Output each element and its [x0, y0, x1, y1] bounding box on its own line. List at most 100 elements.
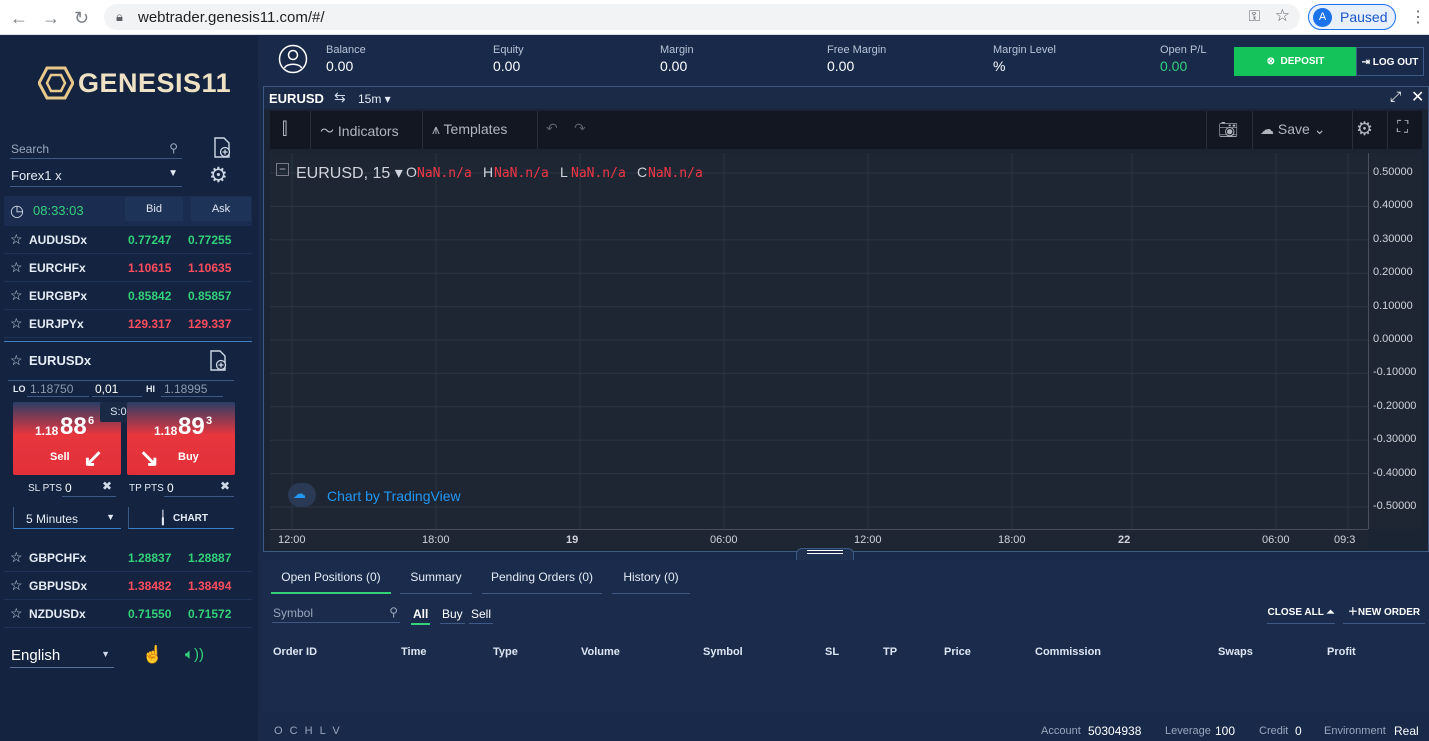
quote-bid[interactable]: 0.77247 — [128, 233, 171, 247]
favorite-star-icon[interactable]: ☆ — [10, 287, 23, 304]
tradingview-watermark[interactable]: Chart by TradingView — [327, 488, 461, 504]
back-icon[interactable]: ← — [10, 8, 28, 29]
tab-history[interactable]: History (0) — [612, 570, 690, 594]
quote-bid[interactable]: 129.317 — [128, 317, 171, 331]
camera-icon[interactable]: 📷︎ — [1218, 120, 1238, 140]
column-header[interactable]: TP — [883, 646, 897, 658]
column-header[interactable]: Type — [493, 646, 518, 658]
templates-button[interactable]: ⩚ Templates — [432, 121, 507, 138]
column-header[interactable]: Volume — [581, 646, 620, 658]
collapse-legend-icon[interactable]: − — [276, 163, 289, 176]
buy-button[interactable]: 1.18 89 3 Buy ↘ — [127, 402, 235, 475]
column-header[interactable]: SL — [825, 646, 839, 658]
close-icon[interactable]: ✕ — [1411, 87, 1424, 107]
quote-row[interactable]: ☆ EURCHFx 1.10615 1.10635 — [4, 254, 252, 282]
chart-type-icon[interactable]: ⫿ — [282, 119, 287, 139]
add-watchlist-icon[interactable] — [212, 137, 232, 159]
tab-open[interactable]: Open Positions (0) — [271, 570, 391, 594]
reload-icon[interactable]: ↻ — [74, 8, 89, 29]
fullscreen-icon[interactable]: ⛶ — [1397, 119, 1408, 137]
tradingview-logo-icon[interactable]: ☁ — [288, 483, 316, 507]
close-all-button[interactable]: CLOSE ALL ⏶ — [1267, 602, 1335, 624]
sl-input[interactable]: 0 ✖ — [62, 479, 116, 497]
tab-pending[interactable]: Pending Orders (0) — [482, 570, 602, 594]
column-header[interactable]: Profit — [1327, 646, 1356, 658]
maximize-icon[interactable]: ⤢ — [1390, 88, 1401, 105]
favorite-star-icon[interactable]: ☆ — [10, 605, 23, 622]
gear-icon[interactable]: ⚙ — [209, 163, 228, 188]
deposit-button[interactable]: ⊗ DEPOSIT — [1234, 47, 1357, 76]
indicators-button[interactable]: 〜 Indicators — [320, 121, 399, 141]
sound-icon[interactable]: 🔈︎)) — [185, 646, 204, 663]
language-select[interactable]: English ▼ — [10, 644, 114, 668]
quote-bid[interactable]: 1.10615 — [128, 261, 171, 275]
search-icon[interactable]: ⚲ — [169, 141, 178, 155]
filter-sell[interactable]: Sell — [469, 607, 494, 624]
favorite-star-icon[interactable]: ☆ — [10, 231, 23, 248]
tab-summary[interactable]: Summary — [400, 570, 472, 594]
quote-bid[interactable]: 1.28837 — [128, 551, 171, 565]
quote-row[interactable]: ☆ GBPUSDx 1.38482 1.38494 — [4, 572, 252, 600]
lock-icon[interactable]: 🔒︎ — [116, 9, 123, 25]
logout-button[interactable]: ⇥ LOG OUT — [1356, 47, 1424, 76]
clear-sl-icon[interactable]: ✖ — [102, 479, 112, 493]
interval-select[interactable]: 5 Minutes ▼ — [13, 507, 121, 529]
column-header[interactable]: Swaps — [1218, 646, 1253, 658]
bookmark-star-icon[interactable]: ☆ — [1275, 6, 1290, 26]
key-icon[interactable]: ⚿ — [1249, 8, 1260, 25]
quote-bid[interactable]: 0.71550 — [128, 607, 171, 621]
quote-row[interactable]: ☆ AUDUSDx 0.77247 0.77255 — [4, 226, 252, 254]
column-header[interactable]: Symbol — [703, 646, 743, 658]
url-text[interactable]: webtrader.genesis11.com/#/ — [138, 9, 325, 26]
settings-icon[interactable]: ⚙ — [1356, 118, 1373, 141]
forward-icon[interactable]: → — [42, 8, 60, 29]
chart-plot-area[interactable]: − EURUSD, 15 ▾ O NaN.n/a H NaN.n/a L NaN.n/a C… — [270, 153, 1368, 529]
new-order-button[interactable]: ＋NEW ORDER — [1343, 602, 1425, 624]
address-bar[interactable]: 🔒︎ webtrader.genesis11.com/#/ ⚿ ☆ — [104, 4, 1300, 30]
favorite-star-icon[interactable]: ☆ — [10, 315, 23, 332]
symbol-filter-input[interactable]: Symbol ⚲ — [272, 604, 400, 623]
new-order-doc-icon[interactable] — [208, 350, 228, 372]
profile-button[interactable]: A Paused — [1308, 4, 1396, 30]
redo-icon[interactable]: ↷ — [574, 120, 586, 137]
column-header[interactable]: Price — [944, 646, 971, 658]
filter-all[interactable]: All — [411, 607, 431, 625]
volume-input[interactable]: 0,01 — [92, 381, 142, 397]
favorite-star-icon[interactable]: ☆ — [10, 259, 23, 276]
search-icon[interactable]: ⚲ — [389, 605, 398, 619]
favorite-star-icon[interactable]: ☆ — [10, 577, 23, 594]
filter-buy[interactable]: Buy — [440, 607, 465, 624]
column-header[interactable]: Time — [401, 646, 426, 658]
quote-ask[interactable]: 0.85857 — [188, 289, 231, 303]
resize-handle[interactable] — [796, 548, 854, 560]
quote-ask[interactable]: 1.38494 — [188, 579, 231, 593]
search-input[interactable]: Search ⚲ — [10, 139, 182, 159]
column-header[interactable]: Order ID — [273, 646, 317, 658]
quote-row[interactable]: ☆ GBPCHFx 1.28837 1.28887 — [4, 544, 252, 572]
undo-icon[interactable]: ↶ — [546, 120, 558, 137]
quote-ask[interactable]: 0.77255 — [188, 233, 231, 247]
legend-symbol[interactable]: EURUSD, 15 ▾ — [296, 163, 403, 183]
column-header[interactable]: Commission — [1035, 646, 1101, 658]
tp-input[interactable]: 0 ✖ — [164, 479, 234, 497]
favorite-star-icon[interactable]: ☆ — [10, 352, 23, 369]
quote-ask[interactable]: 129.337 — [188, 317, 231, 331]
favorite-star-icon[interactable]: ☆ — [10, 549, 23, 566]
time-axis[interactable]: 12:00 18:00 19 06:00 12:00 18:00 22 06:00 09:3 — [270, 529, 1368, 549]
quote-bid[interactable]: 1.38482 — [128, 579, 171, 593]
hand-pointer-icon[interactable]: ☝ — [142, 645, 163, 665]
quote-ask[interactable]: 1.28887 — [188, 551, 231, 565]
open-chart-button[interactable]: ╽ CHART — [128, 507, 234, 529]
quote-ask[interactable]: 1.10635 — [188, 261, 231, 275]
group-select[interactable]: Forex1 x ▼ — [10, 165, 182, 187]
quote-row[interactable]: ☆ NZDUSDx 0.71550 0.71572 — [4, 600, 252, 628]
browser-menu-icon[interactable]: ⋮ — [1410, 7, 1426, 27]
quote-ask[interactable]: 0.71572 — [188, 607, 231, 621]
price-axis[interactable]: 0.50000 0.40000 0.30000 0.20000 0.10000 0.000… — [1368, 153, 1422, 529]
save-button[interactable]: ☁ Save ⌄ — [1260, 121, 1325, 138]
swap-icon[interactable]: ⇆ — [334, 89, 346, 106]
timeframe-select[interactable]: 15m ▾ — [358, 92, 391, 106]
clear-tp-icon[interactable]: ✖ — [220, 479, 230, 493]
quote-bid[interactable]: 0.85842 — [128, 289, 171, 303]
quote-row[interactable]: ☆ EURJPYx 129.317 129.337 — [4, 310, 252, 338]
